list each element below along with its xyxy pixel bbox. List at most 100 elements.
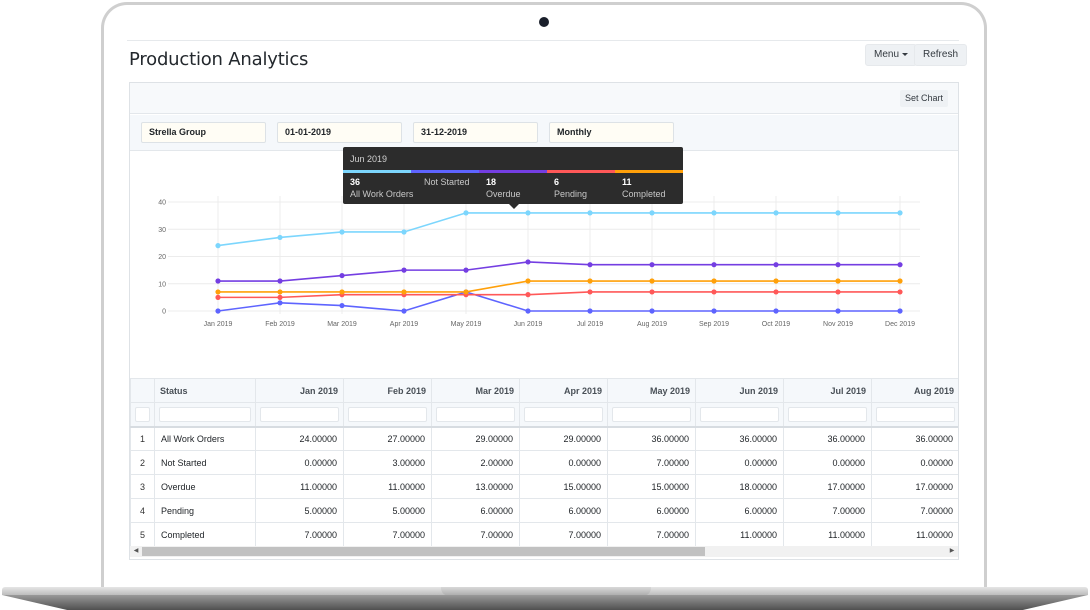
data-point [525, 259, 531, 265]
value-cell[interactable]: 18.00000 [695, 474, 784, 499]
value-cell[interactable]: 7.00000 [255, 522, 344, 547]
tooltip-color-bar [343, 170, 411, 173]
refresh-button[interactable]: Refresh [914, 44, 968, 66]
periodicity-filter[interactable]: Monthly [549, 122, 674, 143]
column-header-month[interactable]: Jan 2019 [255, 378, 344, 403]
from-date-filter[interactable]: 01-01-2019 [277, 122, 402, 143]
data-point [711, 210, 717, 216]
data-point [463, 289, 469, 295]
data-point [277, 278, 283, 284]
value-cell[interactable]: 36.00000 [871, 426, 958, 451]
value-cell[interactable]: 17.00000 [871, 474, 958, 499]
column-header-month[interactable]: Mar 2019 [431, 378, 520, 403]
value-cell[interactable]: 11.00000 [783, 522, 872, 547]
filter-bar: Strella Group 01-01-2019 31-12-2019 Mont… [130, 115, 958, 151]
value-cell[interactable]: 29.00000 [519, 426, 608, 451]
value-cell[interactable]: 11.00000 [695, 522, 784, 547]
data-point [277, 289, 283, 295]
row-index: 1 [130, 426, 155, 451]
status-cell[interactable]: Completed [154, 522, 256, 547]
value-cell[interactable]: 0.00000 [695, 450, 784, 475]
set-chart-button[interactable]: Set Chart [899, 90, 948, 107]
value-cell[interactable]: 36.00000 [607, 426, 696, 451]
value-cell[interactable]: 7.00000 [871, 498, 958, 523]
horizontal-scrollbar[interactable]: ◀ ▶ [130, 546, 958, 557]
value-cell[interactable]: 5.00000 [343, 498, 432, 523]
value-cell[interactable]: 6.00000 [695, 498, 784, 523]
value-cell[interactable]: 29.00000 [431, 426, 520, 451]
menu-button[interactable]: Menu [865, 44, 918, 66]
tooltip-series-label: Not Started [424, 177, 470, 187]
value-cell[interactable]: 5.00000 [255, 498, 344, 523]
value-cell[interactable]: 13.00000 [431, 474, 520, 499]
data-point [835, 210, 841, 216]
value-cell[interactable]: 0.00000 [255, 450, 344, 475]
column-header-status[interactable]: Status [154, 378, 256, 403]
value-cell[interactable]: 7.00000 [343, 522, 432, 547]
column-filter-input[interactable] [154, 402, 256, 427]
scroll-left-icon[interactable]: ◀ [131, 546, 141, 557]
column-filter-input[interactable] [431, 402, 520, 427]
value-cell[interactable]: 7.00000 [783, 498, 872, 523]
column-header-month[interactable]: May 2019 [607, 378, 696, 403]
to-date-filter[interactable]: 31-12-2019 [413, 122, 538, 143]
table-row[interactable]: 3 Overdue 11.00000 11.00000 13.00000 15.00000… [130, 474, 958, 499]
value-cell[interactable]: 2.00000 [431, 450, 520, 475]
data-point [773, 210, 779, 216]
table-header-row: Status Jan 2019 Feb 2019 Mar 2019 Apr 2019 Ma… [130, 378, 958, 403]
value-cell[interactable]: 7.00000 [607, 522, 696, 547]
column-filter-input[interactable] [255, 402, 344, 427]
value-cell[interactable]: 0.00000 [783, 450, 872, 475]
value-cell[interactable]: 11.00000 [255, 474, 344, 499]
table-row[interactable]: 4 Pending 5.00000 5.00000 6.00000 6.00000 6.00… [130, 498, 958, 523]
column-header-month[interactable]: Apr 2019 [519, 378, 608, 403]
x-tick-label: Oct 2019 [762, 321, 791, 328]
value-cell[interactable]: 17.00000 [783, 474, 872, 499]
value-cell[interactable]: 7.00000 [519, 522, 608, 547]
tooltip-series-label: Completed [622, 189, 666, 199]
value-cell[interactable]: 15.00000 [519, 474, 608, 499]
column-filter-input[interactable] [871, 402, 958, 427]
column-header-month[interactable]: Jun 2019 [695, 378, 784, 403]
value-cell[interactable]: 24.00000 [255, 426, 344, 451]
table-row[interactable]: 1 All Work Orders 24.00000 27.00000 29.00000… [130, 426, 958, 451]
value-cell[interactable]: 36.00000 [695, 426, 784, 451]
column-header-month[interactable]: Aug 2019 [871, 378, 958, 403]
status-cell[interactable]: Pending [154, 498, 256, 523]
value-cell[interactable]: 27.00000 [343, 426, 432, 451]
data-point [401, 229, 407, 235]
value-cell[interactable]: 11.00000 [343, 474, 432, 499]
value-cell[interactable]: 11.00000 [871, 522, 958, 547]
data-point [649, 210, 655, 216]
value-cell[interactable]: 7.00000 [607, 450, 696, 475]
column-filter-input[interactable] [343, 402, 432, 427]
tooltip-value: 6 [554, 177, 560, 187]
status-cell[interactable]: All Work Orders [154, 426, 256, 451]
value-cell[interactable]: 36.00000 [783, 426, 872, 451]
scroll-right-icon[interactable]: ▶ [947, 546, 957, 557]
report-toolbar: Set Chart [130, 83, 958, 114]
column-filter-input[interactable] [695, 402, 784, 427]
table-row[interactable]: 5 Completed 7.00000 7.00000 7.00000 7.00000 7.… [130, 522, 958, 547]
company-filter[interactable]: Strella Group [141, 122, 266, 143]
data-point [649, 262, 655, 268]
scrollbar-thumb[interactable] [142, 547, 705, 556]
value-cell[interactable]: 0.00000 [519, 450, 608, 475]
column-header-month[interactable]: Feb 2019 [343, 378, 432, 403]
value-cell[interactable]: 6.00000 [519, 498, 608, 523]
column-header-month[interactable]: Jul 2019 [783, 378, 872, 403]
column-filter-input[interactable] [519, 402, 608, 427]
value-cell[interactable]: 0.00000 [871, 450, 958, 475]
value-cell[interactable]: 3.00000 [343, 450, 432, 475]
value-cell[interactable]: 6.00000 [607, 498, 696, 523]
series-line-pending [218, 291, 900, 299]
table-row[interactable]: 2 Not Started 0.00000 3.00000 2.00000 0.00000… [130, 450, 958, 475]
y-tick-label: 40 [158, 200, 166, 207]
status-cell[interactable]: Overdue [154, 474, 256, 499]
value-cell[interactable]: 15.00000 [607, 474, 696, 499]
column-filter-input[interactable] [783, 402, 872, 427]
status-cell[interactable]: Not Started [154, 450, 256, 475]
value-cell[interactable]: 7.00000 [431, 522, 520, 547]
value-cell[interactable]: 6.00000 [431, 498, 520, 523]
column-filter-input[interactable] [607, 402, 696, 427]
